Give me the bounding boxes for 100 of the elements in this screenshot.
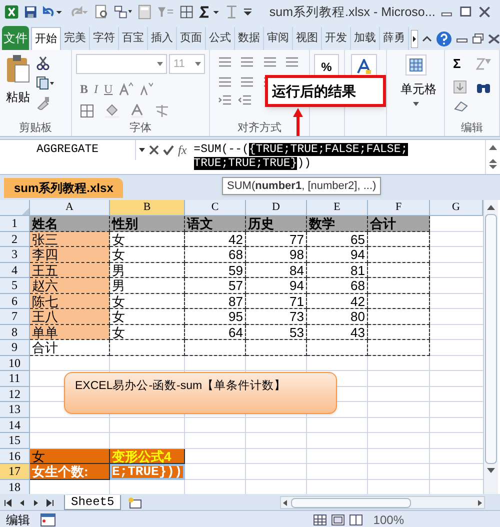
style-button[interactable]: B — [80, 80, 88, 98]
maximize-icon[interactable] — [458, 6, 472, 18]
sheet-tab[interactable]: Sheet5 — [64, 495, 122, 510]
table-cell[interactable]: 赵六 — [30, 278, 110, 294]
eraser-icon[interactable] — [453, 100, 469, 112]
column-header[interactable]: D — [246, 200, 307, 216]
table-cell[interactable]: 陈七 — [30, 294, 110, 309]
align-icon[interactable] — [284, 56, 299, 68]
style-button[interactable]: I — [94, 80, 98, 98]
row-header[interactable]: 4 — [0, 262, 30, 278]
borders-icon[interactable] — [80, 104, 94, 118]
page-break-icon[interactable] — [349, 514, 364, 526]
table-cell[interactable]: 历史 — [246, 216, 307, 232]
column-header[interactable]: C — [185, 200, 246, 216]
scroll-left-icon[interactable] — [281, 498, 289, 506]
file-tab[interactable]: 文件 — [2, 26, 29, 50]
macro-record-icon[interactable] — [40, 513, 56, 527]
table-cell[interactable]: 王八 — [30, 309, 110, 324]
column-header[interactable]: G — [430, 200, 483, 216]
cancel-icon[interactable] — [149, 145, 159, 155]
row-header[interactable]: 8 — [0, 324, 30, 340]
table-cell[interactable]: 李四 — [30, 247, 110, 262]
row-header[interactable]: 15 — [0, 433, 30, 448]
name-box[interactable]: AGGREGATE — [0, 140, 136, 160]
row-header[interactable]: 5 — [0, 278, 30, 294]
paste-button[interactable]: 粘贴 — [6, 88, 30, 106]
grow-font-icon[interactable] — [118, 82, 133, 96]
table-cell[interactable]: 合计 — [368, 216, 430, 232]
cells-button[interactable]: 单元格 — [394, 80, 436, 98]
workbook-tab[interactable]: sum系列教程.xlsx — [4, 178, 124, 198]
row-header[interactable]: 13 — [0, 402, 30, 418]
sheet-nav-icon[interactable] — [4, 498, 12, 506]
font-name-field[interactable] — [76, 54, 168, 74]
table-cell[interactable]: 单单 — [30, 324, 110, 340]
align-icon[interactable] — [240, 56, 254, 68]
fill-down-icon[interactable] — [453, 80, 467, 94]
ribbon-tab[interactable]: 开始 — [31, 27, 61, 50]
scroll-thumb[interactable] — [291, 498, 411, 508]
cells-icon[interactable] — [404, 54, 426, 76]
shrink-font-icon[interactable] — [138, 82, 153, 96]
scissors-icon[interactable] — [36, 56, 50, 70]
autosum-button[interactable]: Σ — [453, 54, 468, 74]
sheet-nav-icon[interactable] — [46, 498, 54, 506]
outdent-icon[interactable] — [238, 94, 252, 106]
column-header[interactable]: B — [110, 200, 185, 216]
table-cell[interactable]: 张三 — [30, 232, 110, 247]
row-header[interactable]: 7 — [0, 309, 30, 324]
table-cell[interactable]: 语文 — [185, 216, 246, 232]
restore-icon[interactable] — [472, 32, 484, 44]
expand-formula-icon[interactable] — [489, 159, 497, 170]
scroll-right-icon[interactable] — [476, 498, 484, 506]
scroll-thumb[interactable] — [485, 214, 497, 464]
align-icon[interactable] — [218, 56, 232, 68]
insert-sheet-icon[interactable] — [127, 496, 144, 508]
row-header[interactable]: 14 — [0, 418, 30, 433]
table-cell[interactable]: 姓名 — [30, 216, 110, 232]
undo-icon[interactable] — [42, 5, 64, 19]
table-cell[interactable]: 女 — [30, 448, 110, 464]
borders-icon[interactable] — [178, 4, 194, 20]
close-icon[interactable] — [488, 34, 500, 44]
row-header[interactable]: 17 — [0, 464, 30, 480]
align-icon[interactable] — [262, 56, 276, 68]
enter-icon[interactable] — [163, 145, 174, 155]
row-header[interactable]: 9 — [0, 340, 30, 356]
normal-view-icon[interactable] — [313, 514, 328, 526]
style-button[interactable]: U — [104, 80, 113, 98]
page-layout-icon[interactable] — [331, 514, 346, 526]
scroll-right-icon[interactable] — [411, 30, 418, 48]
row-header[interactable]: 11 — [0, 371, 30, 386]
column-header[interactable]: A — [30, 200, 110, 216]
layout-icon[interactable] — [114, 4, 134, 20]
row-header[interactable]: 1 — [0, 216, 30, 232]
calculator-icon[interactable] — [138, 4, 152, 20]
font-color-icon[interactable] — [130, 104, 144, 118]
close-icon[interactable] — [476, 6, 492, 18]
scroll-up-icon[interactable] — [489, 144, 497, 150]
fill-color-icon[interactable] — [104, 104, 120, 118]
table-cell[interactable]: 王五 — [30, 262, 110, 278]
format-painter-icon[interactable] — [36, 96, 50, 110]
help-icon[interactable] — [436, 30, 452, 46]
save-icon[interactable] — [24, 5, 38, 19]
caret-icon[interactable] — [139, 148, 145, 152]
table-cell[interactable]: 数学 — [307, 216, 368, 232]
collapse-ribbon-icon[interactable] — [422, 34, 432, 44]
row-header[interactable]: 2 — [0, 232, 30, 247]
copy-icon[interactable] — [36, 76, 54, 90]
column-header[interactable]: F — [368, 200, 430, 216]
print-preview-icon[interactable] — [94, 4, 110, 20]
table-cell[interactable]: 性别 — [110, 216, 185, 232]
row-header[interactable]: 3 — [0, 247, 30, 262]
insert-function-button[interactable]: fx — [178, 141, 187, 159]
row-header[interactable]: 16 — [0, 448, 30, 464]
sum-icon[interactable] — [198, 5, 220, 19]
row-header[interactable]: 6 — [0, 294, 30, 309]
indent-icon[interactable] — [218, 94, 232, 106]
align-icon[interactable] — [218, 76, 232, 88]
excel-icon[interactable] — [4, 4, 20, 20]
align-icon[interactable] — [240, 76, 254, 88]
row-header[interactable]: 18 — [0, 480, 30, 494]
row-header[interactable]: 10 — [0, 356, 30, 371]
